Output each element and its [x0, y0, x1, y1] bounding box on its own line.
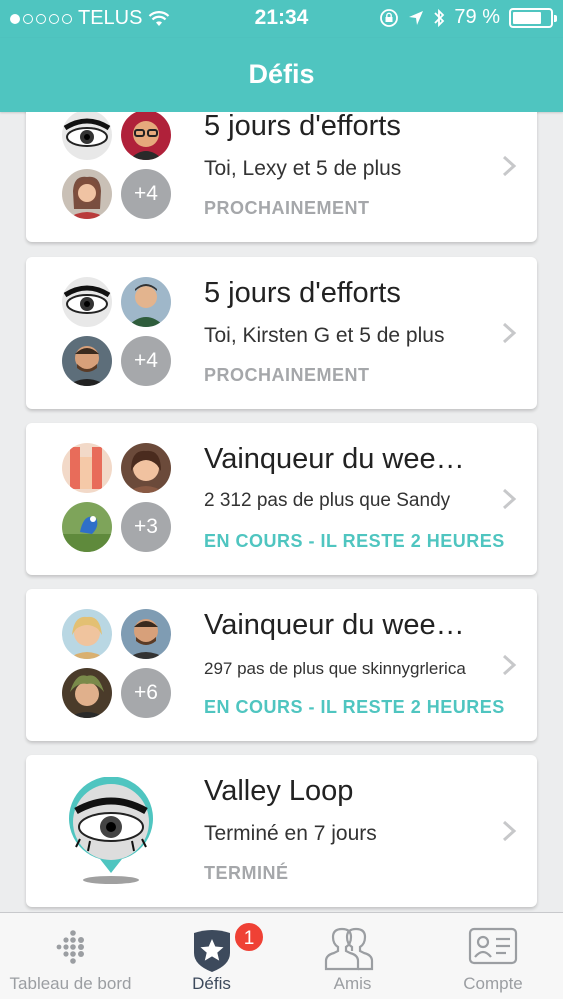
avatar — [62, 169, 112, 219]
extra-participants-count: +3 — [121, 502, 171, 552]
challenge-card[interactable]: Valley Loop Terminé en 7 jours TERMINÉ — [26, 755, 537, 907]
battery-icon — [509, 7, 557, 28]
challenge-card[interactable]: +4 5 jours d'efforts Toi, Lexy et 5 de p… — [26, 112, 537, 242]
chevron-right-icon — [502, 488, 517, 510]
avatar — [62, 609, 112, 659]
challenge-card[interactable]: +3 Vainqueur du wee… 2 312 pas de plus q… — [26, 423, 537, 575]
participant-avatars: +6 — [62, 609, 172, 719]
challenge-card[interactable]: +4 5 jours d'efforts Toi, Kirsten G et 5… — [26, 257, 537, 409]
tab-label: Amis — [333, 974, 372, 993]
chevron-right-icon — [502, 654, 517, 676]
tab-label: Compte — [463, 974, 523, 993]
notification-badge: 1 — [233, 921, 265, 953]
page-title: Défis — [248, 59, 315, 89]
extra-participants-count: +4 — [121, 336, 171, 386]
participant-avatars: +4 — [62, 112, 172, 220]
avatar — [62, 443, 112, 493]
challenge-subtitle: 2 312 pas de plus que Sandy — [204, 490, 451, 511]
tab-dashboard[interactable]: Tableau de bord — [0, 913, 141, 999]
challenge-subtitle: 297 pas de plus que skinnygrlerica — [204, 659, 466, 678]
challenge-status: PROCHAINEMENT — [204, 365, 370, 385]
tab-bar: Tableau de bord Défis 1 Amis Compte — [0, 912, 563, 999]
challenge-status: PROCHAINEMENT — [204, 198, 370, 218]
challenge-card[interactable]: +6 Vainqueur du wee… 297 pas de plus que… — [26, 589, 537, 741]
challenges-star-icon — [193, 930, 230, 972]
challenge-subtitle: Toi, Lexy et 5 de plus — [204, 157, 402, 180]
tab-label: Tableau de bord — [9, 974, 132, 993]
challenge-subtitle: Toi, Kirsten G et 5 de plus — [204, 324, 445, 347]
avatar — [62, 277, 112, 327]
avatar — [62, 336, 112, 386]
avatar — [62, 112, 112, 160]
friends-icon — [324, 927, 373, 971]
participant-avatars: +4 — [62, 277, 172, 387]
tab-label: Défis — [192, 974, 231, 993]
avatar — [121, 112, 171, 160]
tab-account[interactable]: Compte — [423, 913, 563, 999]
account-card-icon — [468, 927, 518, 965]
extra-participants-count: +6 — [121, 668, 171, 718]
tab-friends[interactable]: Amis — [282, 913, 423, 999]
challenge-status: EN COURS - IL RESTE 2 HEURES — [204, 697, 505, 717]
avatar — [62, 668, 112, 718]
bluetooth-icon — [434, 8, 445, 27]
dashboard-dots-icon — [56, 930, 84, 964]
avatar — [121, 443, 171, 493]
map-pin-avatar-icon — [69, 777, 153, 884]
status-bar: TELUS 21:34 79 % — [0, 0, 563, 38]
challenge-subtitle: Terminé en 7 jours — [204, 822, 377, 845]
rotation-lock-icon — [380, 8, 399, 27]
chevron-right-icon — [502, 155, 517, 177]
challenge-list[interactable]: +4 5 jours d'efforts Toi, Lexy et 5 de p… — [0, 112, 563, 912]
avatar — [62, 502, 112, 552]
challenge-status: TERMINÉ — [204, 863, 289, 883]
chevron-right-icon — [502, 322, 517, 344]
avatar — [121, 277, 171, 327]
chevron-right-icon — [502, 820, 517, 842]
challenge-name: Valley Loop — [204, 775, 354, 807]
challenge-status: EN COURS - IL RESTE 2 HEURES — [204, 531, 505, 551]
challenge-name: Vainqueur du wee… — [204, 609, 465, 641]
challenge-name: 5 jours d'efforts — [204, 277, 401, 309]
extra-participants-count: +4 — [121, 169, 171, 219]
nav-bar: Défis — [0, 38, 563, 112]
participant-avatars: +3 — [62, 443, 172, 553]
battery-percent: 79 % — [454, 6, 500, 28]
location-arrow-icon — [409, 10, 424, 25]
avatar — [121, 609, 171, 659]
challenge-name: 5 jours d'efforts — [204, 112, 401, 142]
challenge-name: Vainqueur du wee… — [204, 443, 465, 475]
